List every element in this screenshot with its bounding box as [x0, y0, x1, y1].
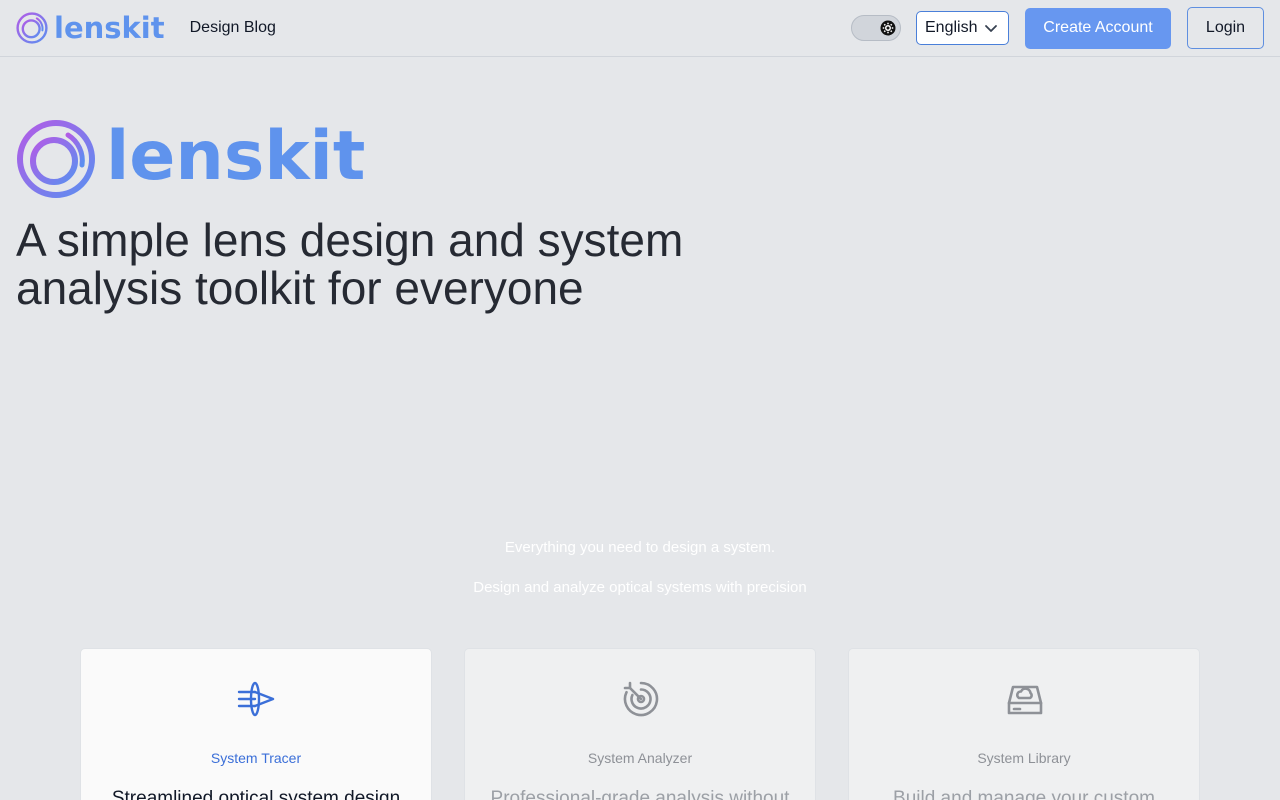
card-description: Professional-grade analysis without — [490, 788, 790, 800]
card-description: Streamlined optical system design — [111, 788, 401, 800]
features-subtagline: Design and analyze optical systems with … — [473, 579, 807, 596]
hero-wordmark: lenskit — [106, 117, 366, 196]
card-system-tracer[interactable]: System Tracer Streamlined optical system… — [80, 648, 432, 800]
card-title: System Library — [977, 750, 1071, 766]
radar-icon — [623, 681, 659, 717]
card-system-analyzer[interactable]: System Analyzer Professional-grade analy… — [464, 648, 816, 800]
card-system-library[interactable]: System Library Build and manage your cus… — [848, 648, 1200, 800]
cloud-drive-icon — [1007, 685, 1043, 715]
language-value: English — [925, 19, 978, 36]
login-button[interactable]: Login — [1187, 7, 1264, 49]
gear-icon — [877, 17, 899, 39]
chevron-down-icon — [985, 25, 997, 32]
card-title: System Analyzer — [587, 750, 693, 766]
language-select[interactable]: English — [916, 11, 1009, 45]
card-description: Build and manage your custom — [893, 788, 1155, 800]
top-nav-bar: lenskit Design Blog English Create Accou… — [0, 0, 1280, 57]
hero-headline: A simple lens design and system analysis… — [16, 216, 736, 312]
features-tagline: Everything you need to design a system. — [504, 539, 776, 556]
lens-logo-icon — [16, 12, 48, 44]
hero-logo: lenskit — [16, 119, 365, 199]
create-account-button[interactable]: Create Account — [1025, 7, 1171, 49]
brand-wordmark: lenskit — [54, 10, 165, 45]
headline-line-2: analysis toolkit for everyone — [16, 262, 584, 314]
design-blog-link[interactable]: Design Blog — [190, 19, 276, 37]
lens-logo-icon — [17, 120, 95, 198]
headline-line-1: A simple lens design and system — [16, 214, 684, 266]
theme-toggle[interactable] — [851, 15, 901, 41]
brand-logo[interactable]: lenskit — [16, 12, 165, 44]
ray-trace-icon — [237, 681, 275, 717]
card-title: System Tracer — [210, 750, 302, 766]
